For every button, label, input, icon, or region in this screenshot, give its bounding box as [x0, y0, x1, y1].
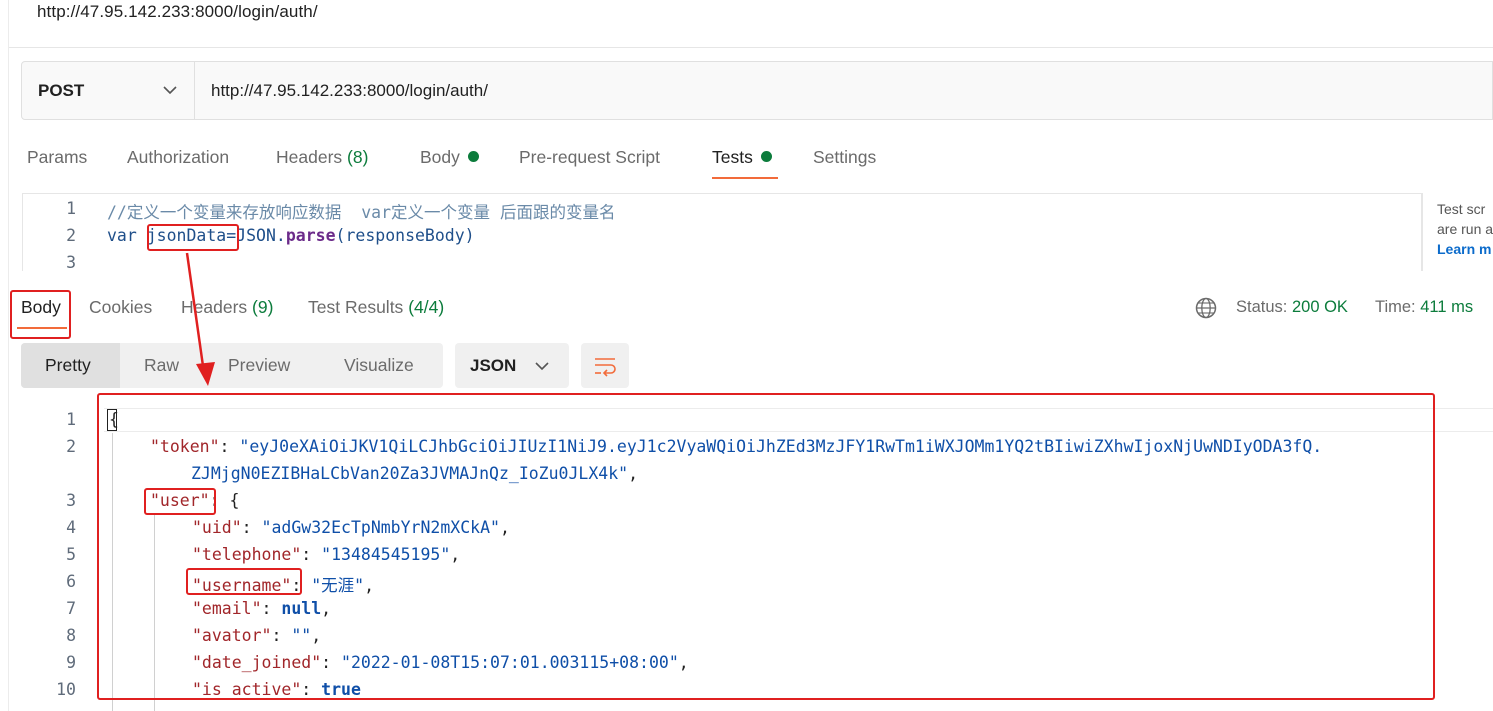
response-tab-test-results-label: Test Results [308, 297, 404, 317]
response-line-number: 9 [66, 653, 76, 672]
test-results-count: (4/4) [408, 297, 445, 317]
chevron-down-icon [162, 82, 178, 103]
var-keyword: var [107, 226, 137, 245]
view-mode-group: Pretty Raw Preview Visualize [21, 343, 443, 388]
response-line-number: 2 [66, 437, 76, 456]
annotation-box-jsondata [147, 224, 239, 251]
active-tab-underline [712, 177, 778, 179]
response-line-number: 10 [56, 680, 76, 699]
url-bar: POST http://47.95.142.233:8000/login/aut… [21, 61, 1493, 120]
method-label: POST [38, 81, 85, 100]
tab-body[interactable]: Body [420, 147, 479, 168]
body-dot-icon [467, 151, 479, 162]
side-divider [1422, 193, 1423, 271]
response-tab-cookies[interactable]: Cookies [89, 297, 152, 318]
json-object: JSON [236, 226, 276, 245]
dot-operator: . [275, 226, 286, 245]
side-hint-line-2: are run a [1437, 221, 1493, 237]
tab-params-label: Params [27, 147, 88, 167]
method-select[interactable]: POST [22, 62, 195, 119]
response-line-number: 1 [66, 410, 76, 429]
wrap-lines-icon [593, 354, 617, 383]
tab-settings[interactable]: Settings [813, 147, 876, 168]
response-line-number: 8 [66, 626, 76, 645]
response-tab-headers[interactable]: Headers (9) [181, 297, 273, 318]
tab-headers[interactable]: Headers (8) [276, 147, 368, 168]
annotation-box-user-key [144, 488, 216, 515]
tab-tests-label: Tests [712, 147, 753, 167]
tab-tests[interactable]: Tests [712, 147, 772, 168]
response-tab-cookies-label: Cookies [89, 297, 153, 317]
response-tab-test-results[interactable]: Test Results (4/4) [308, 297, 444, 318]
tab-authorization-label: Authorization [127, 147, 230, 167]
chevron-down-icon [534, 358, 550, 379]
tab-body-label: Body [420, 147, 460, 167]
learn-more-link[interactable]: Learn m [1437, 239, 1493, 259]
script-line-number: 1 [66, 199, 76, 218]
parse-function: parse [285, 226, 336, 245]
script-line-number: 2 [66, 226, 76, 245]
annotation-box-response [97, 393, 1435, 700]
status-value: 200 OK [1291, 298, 1348, 316]
annotation-box-username-key [186, 568, 302, 595]
response-line-number: 5 [66, 545, 76, 564]
status-label: Status: [1236, 298, 1288, 316]
response-line-number: 4 [66, 518, 76, 537]
response-headers-count: (9) [252, 297, 274, 317]
tests-side-hint: Test scr are run a Learn m [1437, 199, 1493, 259]
tab-settings-label: Settings [813, 147, 877, 167]
format-label: JSON [470, 356, 517, 375]
view-visualize-button[interactable]: Visualize [344, 355, 414, 376]
view-raw-button[interactable]: Raw [144, 355, 179, 376]
tab-authorization[interactable]: Authorization [127, 147, 229, 168]
left-border [8, 0, 9, 711]
response-line-number: 3 [66, 491, 76, 510]
title-divider [9, 47, 1493, 48]
view-pretty-label: Pretty [45, 355, 91, 375]
side-hint-line-1: Test scr [1437, 201, 1486, 217]
response-line-number: 6 [66, 572, 76, 591]
time-label: Time: [1375, 298, 1416, 316]
format-select[interactable]: JSON [455, 343, 569, 388]
globe-icon[interactable] [1194, 296, 1218, 325]
tab-pre-request-script[interactable]: Pre-request Script [519, 147, 660, 168]
tab-pre-request-label: Pre-request Script [519, 147, 661, 167]
view-preview-button[interactable]: Preview [228, 355, 290, 376]
script-comment: //定义一个变量来存放响应数据 var定义一个变量 后面跟的变量名 [107, 203, 616, 222]
script-line-number: 3 [66, 253, 76, 272]
parse-args: (responseBody) [335, 226, 475, 245]
wrap-lines-button[interactable] [581, 343, 629, 388]
response-line-number: 7 [66, 599, 76, 618]
tab-params[interactable]: Params [27, 147, 87, 168]
annotation-box-body-tab [10, 290, 71, 339]
status-indicator: Status: 200 OK [1236, 298, 1348, 317]
time-value: 411 ms [1420, 298, 1474, 316]
view-pretty-button[interactable]: Pretty [21, 343, 120, 388]
request-title[interactable]: http://47.95.142.233:8000/login/auth/ [37, 2, 318, 22]
time-indicator[interactable]: Time: 411 ms [1375, 298, 1473, 317]
headers-count: (8) [347, 147, 369, 167]
response-tab-headers-label: Headers [181, 297, 248, 317]
url-input[interactable]: http://47.95.142.233:8000/login/auth/ [211, 81, 488, 101]
tab-headers-label: Headers [276, 147, 343, 167]
tests-dot-icon [760, 151, 772, 162]
